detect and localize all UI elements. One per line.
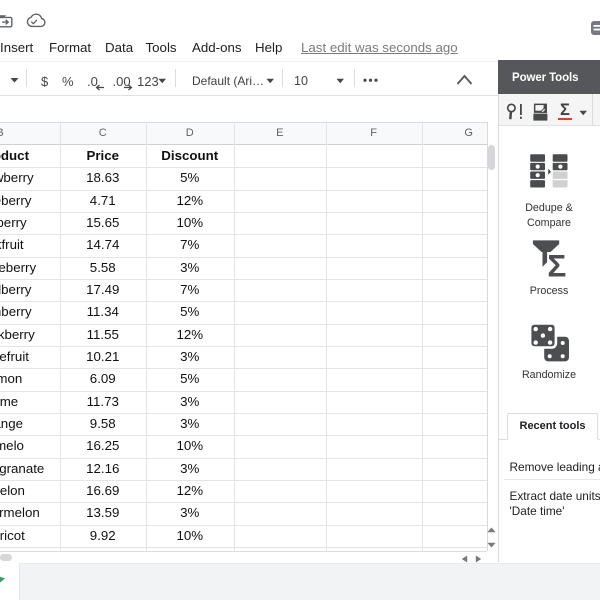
svg-text:Σ: Σ [547, 248, 566, 281]
